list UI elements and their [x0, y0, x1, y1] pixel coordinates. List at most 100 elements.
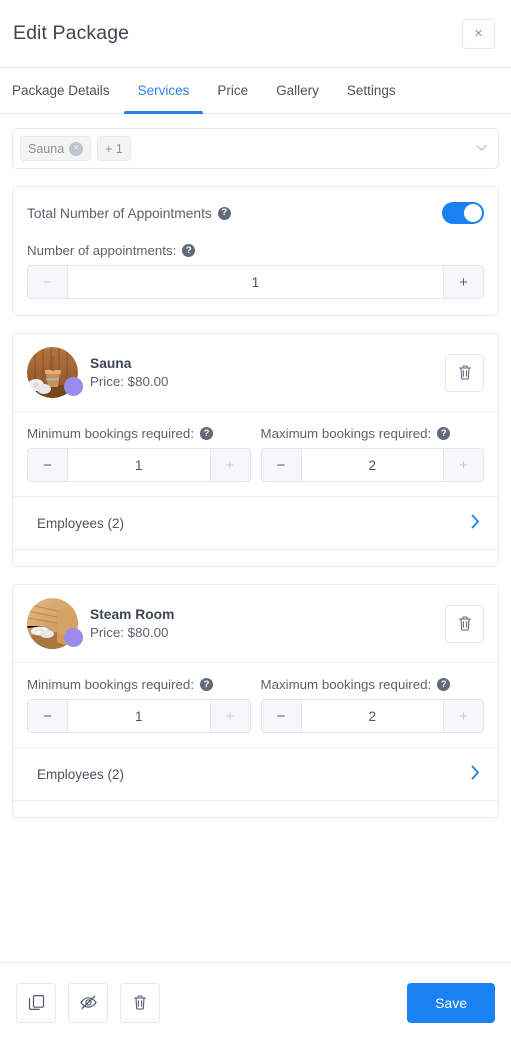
eye-off-icon: [79, 995, 97, 1010]
help-icon[interactable]: ?: [437, 678, 451, 691]
number-of-appointments-label-group: Number of appointments: ?: [27, 243, 484, 258]
card-tail: [13, 550, 498, 566]
maximum-bookings-value[interactable]: 2: [301, 449, 443, 481]
help-icon[interactable]: ?: [200, 427, 214, 440]
tab-gallery[interactable]: Gallery: [262, 68, 333, 113]
increment-button[interactable]: +: [443, 449, 483, 481]
duplicate-icon: [28, 995, 44, 1010]
service-status-badge: [64, 377, 83, 396]
chevron-right-icon[interactable]: [471, 514, 480, 533]
trash-icon: [133, 995, 147, 1010]
service-card-sauna: Sauna Price: $80.00 Minimum bookings req…: [12, 333, 499, 567]
maximum-bookings-label-group: Maximum bookings required: ?: [261, 426, 485, 441]
tab-package-details[interactable]: Package Details: [12, 68, 124, 113]
tab-label: Price: [217, 83, 249, 98]
service-name: Sauna: [90, 356, 132, 371]
page-title: Edit Package: [13, 22, 130, 44]
employees-row[interactable]: Employees (2): [13, 748, 498, 801]
total-appointments-header: Total Number of Appointments ?: [27, 201, 484, 225]
tab-label: Package Details: [12, 83, 110, 98]
service-header: Steam Room Price: $80.00: [13, 585, 498, 663]
total-appointments-card: Total Number of Appointments ? Number of…: [12, 186, 499, 316]
total-appointments-label-group: Total Number of Appointments ?: [27, 206, 231, 221]
modal-header: Edit Package ×: [0, 0, 511, 68]
service-header: Sauna Price: $80.00: [13, 334, 498, 412]
employees-label: Employees (2): [37, 766, 125, 782]
chip-label: Sauna: [28, 141, 65, 156]
total-appointments-label: Total Number of Appointments: [27, 205, 212, 221]
tab-price[interactable]: Price: [203, 68, 262, 113]
chevron-down-icon[interactable]: [476, 143, 487, 154]
toggle-knob: [464, 204, 482, 222]
maximum-bookings-label-group: Maximum bookings required: ?: [261, 677, 485, 692]
edit-package-modal: Edit Package × Package Details Services …: [0, 0, 511, 1042]
minimum-bookings-group: Minimum bookings required: ? − 1 +: [27, 426, 251, 482]
maximum-bookings-group: Maximum bookings required: ? − 2 +: [260, 677, 485, 733]
maximum-bookings-value[interactable]: 2: [301, 700, 443, 732]
service-meta: Steam Room Price: $80.00: [90, 607, 433, 640]
minimum-bookings-stepper: − 1 +: [27, 699, 251, 733]
service-price: Price: $80.00: [90, 374, 169, 389]
chevron-right-icon[interactable]: [471, 765, 480, 784]
maximum-bookings-stepper: − 2 +: [260, 699, 484, 733]
save-button[interactable]: Save: [407, 982, 495, 1023]
close-icon: ×: [474, 25, 483, 42]
increment-button[interactable]: +: [209, 700, 250, 732]
employees-row[interactable]: Employees (2): [13, 497, 498, 550]
trash-icon: [458, 616, 471, 631]
increment-button[interactable]: +: [209, 449, 250, 481]
maximum-bookings-label: Maximum bookings required:: [260, 677, 432, 692]
close-button[interactable]: ×: [462, 18, 495, 49]
trash-icon: [458, 365, 471, 380]
maximum-bookings-group: Maximum bookings required: ? − 2 +: [260, 426, 485, 482]
delete-service-button[interactable]: [445, 604, 484, 643]
duplicate-button[interactable]: [16, 982, 56, 1023]
decrement-button[interactable]: −: [261, 449, 302, 481]
help-icon[interactable]: ?: [200, 678, 214, 691]
footer-actions: [16, 982, 160, 1023]
services-multiselect[interactable]: Sauna × + 1: [12, 128, 499, 169]
tab-label: Gallery: [276, 83, 319, 98]
number-of-appointments-value[interactable]: 1: [68, 266, 443, 298]
selected-service-chip[interactable]: Sauna ×: [20, 136, 92, 161]
tab-bar: Package Details Services Price Gallery S…: [0, 68, 511, 114]
service-status-badge: [64, 628, 83, 647]
decrement-button[interactable]: −: [28, 266, 68, 298]
minimum-bookings-label: Minimum bookings required:: [27, 426, 195, 441]
tab-label: Services: [137, 83, 190, 98]
minimum-bookings-label-group: Minimum bookings required: ?: [27, 426, 251, 441]
decrement-button[interactable]: −: [28, 449, 68, 481]
modal-footer: Save: [0, 962, 511, 1042]
chip-label: + 1: [105, 141, 123, 156]
employees-label: Employees (2): [37, 515, 125, 531]
bookings-row: Minimum bookings required: ? − 1 + Maxim…: [13, 412, 498, 497]
hide-button[interactable]: [68, 982, 108, 1023]
service-thumbnail-wrap: [27, 347, 83, 398]
service-card-steam-room: Steam Room Price: $80.00 Minimum booking…: [12, 584, 499, 818]
service-thumbnail-wrap: [27, 598, 83, 649]
tab-services[interactable]: Services: [123, 68, 204, 114]
minimum-bookings-stepper: − 1 +: [27, 448, 251, 482]
service-name: Steam Room: [90, 607, 175, 622]
help-icon[interactable]: ?: [182, 244, 196, 257]
tab-settings[interactable]: Settings: [333, 68, 410, 113]
help-icon[interactable]: ?: [217, 206, 231, 220]
decrement-button[interactable]: −: [28, 700, 68, 732]
minimum-bookings-value[interactable]: 1: [68, 700, 210, 732]
modal-body: Sauna × + 1 Total Number of Appointments…: [0, 114, 511, 962]
bookings-row: Minimum bookings required: ? − 1 + Maxim…: [13, 663, 498, 748]
number-of-appointments-label: Number of appointments:: [27, 243, 177, 258]
help-icon[interactable]: ?: [437, 427, 451, 440]
chip-remove-icon[interactable]: ×: [69, 141, 84, 156]
increment-button[interactable]: +: [443, 700, 483, 732]
service-meta: Sauna Price: $80.00: [90, 356, 433, 389]
minimum-bookings-value[interactable]: 1: [68, 449, 210, 481]
service-price: Price: $80.00: [90, 625, 169, 640]
increment-button[interactable]: +: [443, 266, 483, 298]
decrement-button[interactable]: −: [261, 700, 302, 732]
total-appointments-toggle[interactable]: [442, 202, 484, 224]
number-of-appointments-stepper: − 1 +: [27, 265, 484, 299]
more-services-chip[interactable]: + 1: [97, 136, 131, 161]
delete-service-button[interactable]: [445, 353, 484, 392]
delete-button[interactable]: [120, 982, 160, 1023]
